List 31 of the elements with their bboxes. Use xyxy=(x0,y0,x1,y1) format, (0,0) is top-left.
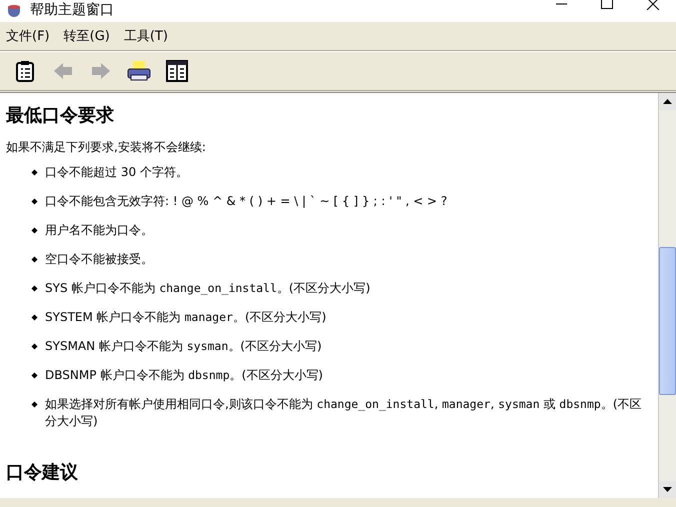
printer-icon[interactable] xyxy=(127,60,151,82)
bullet-icon xyxy=(32,198,38,204)
bullet-icon xyxy=(32,314,38,320)
bullet-icon xyxy=(32,286,38,292)
bullet-icon xyxy=(32,256,38,262)
list-item-text: DBSNMP 帐户口令不能为 dbsnmp。(不区分大小写) xyxy=(45,367,324,384)
list-item-text: 口令不能超过 30 个字符。 xyxy=(45,164,189,181)
bullet-icon xyxy=(32,228,38,234)
list-item-text: 如果选择对所有帐户使用相同口令,则该口令不能为 change_on_install, manager, sysman 或 dbsnmp。(不区分大小写) xyxy=(45,396,643,430)
scroll-down-icon[interactable] xyxy=(663,486,672,492)
bullet-icon xyxy=(32,402,38,408)
list-item-text: SYSMAN 帐户口令不能为 sysman。(不区分大小写) xyxy=(45,338,323,355)
scroll-up-icon[interactable] xyxy=(663,98,672,104)
list-item-text: 用户名不能为口令。 xyxy=(45,222,154,239)
window-title: 帮助主题窗口 xyxy=(30,1,114,19)
menu-item[interactable]: 文件(F) xyxy=(6,27,50,45)
bullet-icon xyxy=(32,170,38,176)
bullet-icon xyxy=(32,344,38,350)
menu-item[interactable]: 工具(T) xyxy=(124,27,168,45)
menu-item[interactable]: 转至(G) xyxy=(64,27,110,45)
list-item-text: SYS 帐户口令不能为 change_on_install。(不区分大小写) xyxy=(45,280,372,297)
section-heading: 口令建议 xyxy=(6,461,79,484)
intro-text: 如果不满足下列要求,安装将不会继续: xyxy=(6,139,207,156)
list-item-text: SYSTEM 帐户口令不能为 manager。(不区分大小写) xyxy=(45,309,328,326)
clipboard-icon[interactable] xyxy=(15,60,35,82)
bullet-icon xyxy=(32,372,38,378)
book-icon[interactable] xyxy=(166,60,188,82)
list-item-text: 口令不能包含无效字符: ! @ % ^ & * ( ) + = \ | ` ~ [ { ] } ; : ' " , < > ? xyxy=(45,193,448,210)
section-heading: 最低口令要求 xyxy=(6,104,115,127)
list-item-text: 空口令不能被接受。 xyxy=(45,251,154,268)
scrollbar[interactable] xyxy=(658,93,676,498)
